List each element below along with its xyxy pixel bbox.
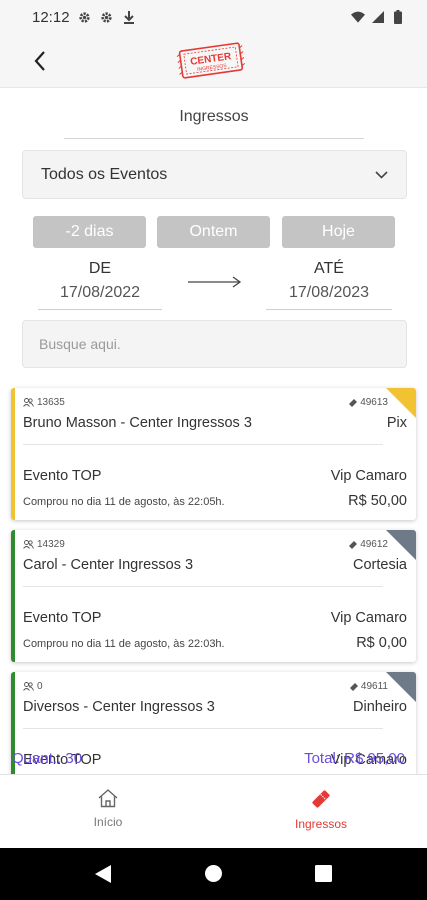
settings-gear-icon bbox=[100, 10, 114, 24]
today-button[interactable]: Hoje bbox=[282, 216, 395, 248]
nav-tickets-label: Ingressos bbox=[294, 817, 348, 831]
status-bar: 12:12 bbox=[0, 0, 427, 34]
back-triangle-icon[interactable] bbox=[94, 864, 112, 884]
chevron-down-icon bbox=[375, 170, 388, 179]
card-divider bbox=[23, 728, 383, 729]
battery-icon bbox=[391, 10, 405, 24]
sale-payment-method: Dinheiro bbox=[353, 699, 407, 715]
back-arrow-icon bbox=[34, 51, 45, 71]
sale-buyer-name: Bruno Masson - Center Ingressos 3 bbox=[23, 415, 252, 431]
sale-price: R$ 0,00 bbox=[356, 635, 407, 651]
sale-buyer-name: Diversos - Center Ingressos 3 bbox=[23, 699, 215, 715]
total-quantity: Quant.: 30 bbox=[12, 750, 83, 767]
bottom-nav: Início Ingressos bbox=[0, 774, 427, 848]
users-icon bbox=[23, 682, 34, 691]
settings-gear-icon bbox=[78, 10, 92, 24]
signal-icon bbox=[371, 10, 385, 24]
ticket-icon bbox=[349, 540, 358, 549]
ticket-icon bbox=[349, 682, 358, 691]
yesterday-button[interactable]: Ontem bbox=[157, 216, 270, 248]
sale-sector: Vip Camaro bbox=[330, 468, 407, 484]
sale-payment-method: Pix bbox=[386, 415, 407, 431]
back-button[interactable] bbox=[26, 44, 54, 78]
status-corner bbox=[386, 672, 416, 702]
total-amount: Total: R$ 95,00 bbox=[304, 750, 405, 767]
event-select[interactable]: Todos os Eventos bbox=[22, 150, 407, 199]
sale-user-id: 13635 bbox=[37, 397, 65, 408]
sale-date: Comprou no dia 11 de agosto, às 22:05h. bbox=[23, 496, 225, 508]
sale-event-name: Evento TOP bbox=[23, 468, 102, 484]
to-date-field[interactable]: 17/08/2023 bbox=[266, 284, 392, 310]
home-circle-icon[interactable] bbox=[204, 864, 223, 883]
nav-tickets[interactable]: Ingressos bbox=[261, 787, 381, 831]
users-icon bbox=[23, 398, 34, 407]
sale-card[interactable]: 13635 49613 Bruno Masson - Center Ingres… bbox=[11, 388, 416, 520]
minus-2-days-button[interactable]: -2 dias bbox=[33, 216, 146, 248]
recents-square-icon[interactable] bbox=[315, 865, 332, 882]
sale-event-name: Evento TOP bbox=[23, 610, 102, 626]
main-content: Ingressos Todos os Eventos -2 dias Ontem… bbox=[0, 88, 427, 774]
event-select-value: Todos os Eventos bbox=[41, 165, 168, 183]
ticket-icon bbox=[349, 398, 358, 407]
sale-user-id: 0 bbox=[37, 681, 43, 692]
card-divider bbox=[23, 586, 383, 587]
sale-user-id: 14329 bbox=[37, 539, 65, 550]
from-date-field[interactable]: 17/08/2022 bbox=[38, 284, 162, 310]
home-icon bbox=[98, 789, 118, 808]
status-corner-pending bbox=[386, 388, 416, 418]
sale-card[interactable]: 14329 49612 Carol - Center Ingressos 3 C… bbox=[11, 530, 416, 662]
from-date-label: DE bbox=[88, 260, 112, 277]
nav-home-label: Início bbox=[93, 815, 123, 829]
app-header: CENTER INGRESSOS bbox=[0, 34, 427, 88]
nav-home[interactable]: Início bbox=[48, 787, 168, 829]
sale-buyer-name: Carol - Center Ingressos 3 bbox=[23, 557, 194, 573]
status-corner bbox=[386, 530, 416, 560]
sale-code: 49613 bbox=[360, 397, 388, 408]
center-ingressos-logo: CENTER INGRESSOS bbox=[176, 42, 245, 79]
ticket-icon bbox=[312, 790, 330, 808]
page-title: Ingressos bbox=[64, 108, 364, 139]
sale-code: 49611 bbox=[360, 681, 388, 692]
card-divider bbox=[23, 444, 383, 445]
sale-date: Comprou no dia 11 de agosto, às 22:03h. bbox=[23, 638, 225, 650]
arrow-right-icon bbox=[188, 276, 242, 288]
sale-price: R$ 50,00 bbox=[348, 493, 407, 509]
wifi-icon bbox=[351, 10, 365, 24]
system-navigation-bar bbox=[0, 848, 427, 900]
sale-code: 49612 bbox=[360, 539, 388, 550]
download-icon bbox=[122, 10, 136, 24]
users-icon bbox=[23, 540, 34, 549]
totals-bar: Quant.: 30 Total: R$ 95,00 bbox=[0, 748, 427, 770]
sale-payment-method: Cortesia bbox=[353, 557, 407, 573]
status-time: 12:12 bbox=[32, 8, 70, 26]
to-date-label: ATÉ bbox=[314, 260, 344, 277]
search-input[interactable] bbox=[22, 320, 407, 368]
sale-sector: Vip Camaro bbox=[330, 610, 407, 626]
